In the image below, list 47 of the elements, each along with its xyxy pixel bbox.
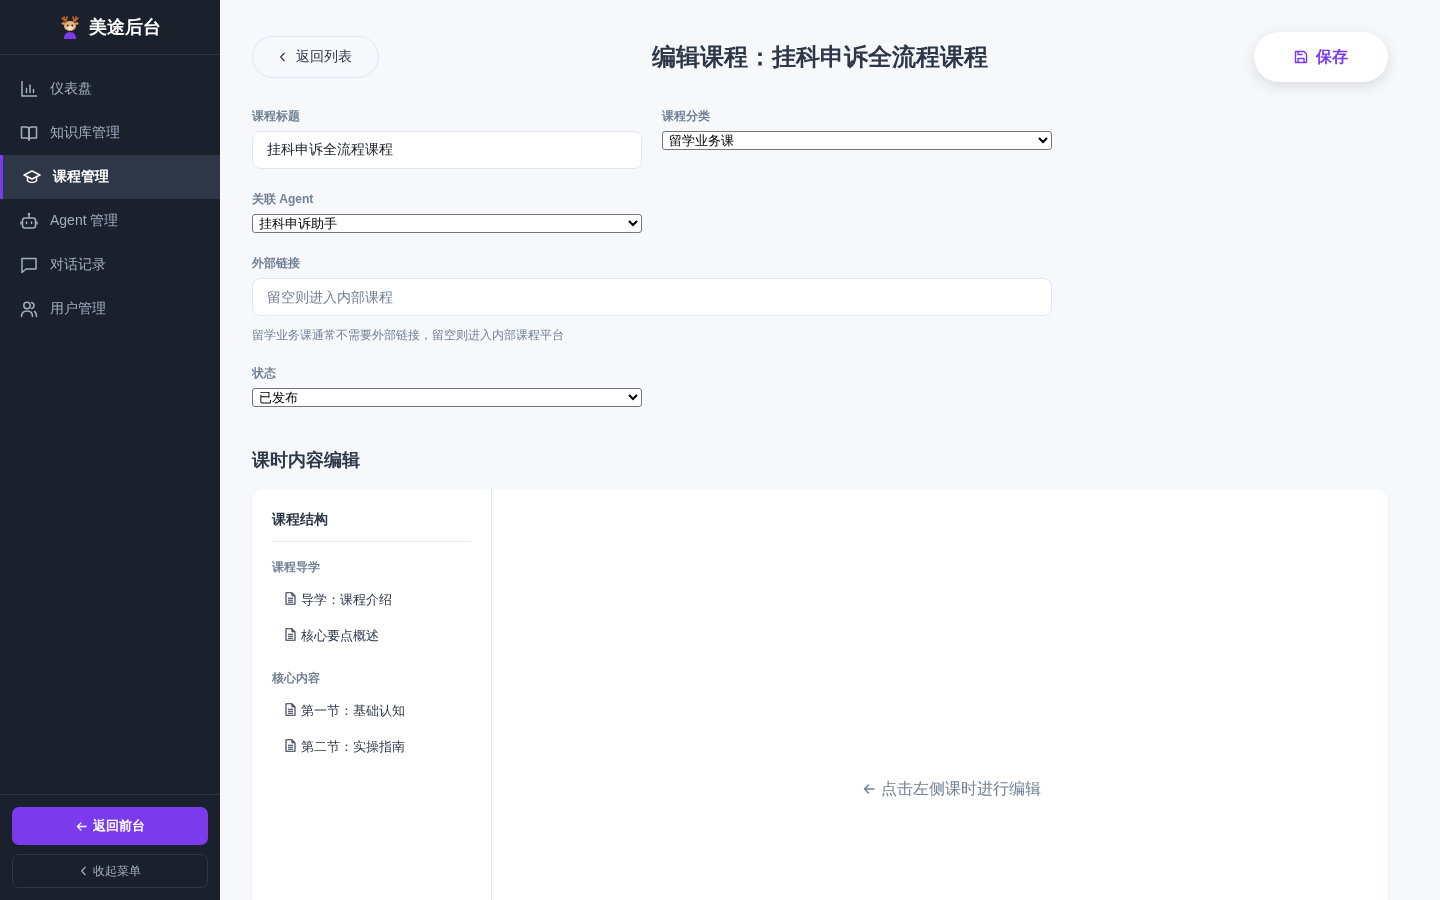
empty-state-message: 点击左侧课时进行编辑 xyxy=(881,778,1041,799)
sidebar-nav-item[interactable]: 仪表盘 xyxy=(0,67,220,111)
back-to-list-button[interactable]: 返回列表 xyxy=(252,36,379,78)
back-to-site-button[interactable]: 返回前台 xyxy=(12,807,208,845)
select-dropdown[interactable]: 挂科申诉助手 xyxy=(252,214,642,233)
document-icon xyxy=(285,702,296,716)
arrow-left-icon xyxy=(863,783,875,795)
lesson-item[interactable]: 第一节：基础认知 xyxy=(272,695,471,727)
deer-mascot-icon xyxy=(59,15,81,39)
users-icon xyxy=(20,300,38,318)
document-icon xyxy=(285,591,296,605)
speech-bubble-icon xyxy=(20,256,38,274)
sidebar-nav-item[interactable]: 对话记录 xyxy=(0,243,220,287)
sidebar-nav-item[interactable]: 课程管理 xyxy=(0,155,220,199)
outline-title: 课程结构 xyxy=(272,509,471,542)
graduation-cap-icon xyxy=(23,168,41,186)
chevron-left-icon xyxy=(279,52,286,62)
select-dropdown[interactable]: 已发布 xyxy=(252,388,642,407)
lesson-item[interactable]: 导学：课程介绍 xyxy=(272,584,471,616)
sidebar-nav-item[interactable]: 知识库管理 xyxy=(0,111,220,155)
url-input[interactable]: 留空则进入内部课程 xyxy=(252,278,1052,316)
select-dropdown[interactable]: 留学业务课 xyxy=(662,131,1052,150)
collapse-menu-button[interactable]: 收起菜单 xyxy=(12,854,208,888)
page-title: 编辑课程：挂科申诉全流程课程 xyxy=(652,42,988,72)
text-input[interactable]: 挂科申诉全流程课程 xyxy=(252,131,642,169)
field-hint: 留学业务课通常不需要外部链接，留空则进入内部课程平台 xyxy=(252,327,565,343)
brand-title: 美途后台 xyxy=(89,16,161,39)
field-label: 状态 xyxy=(252,365,276,381)
group-label: 课程导学 xyxy=(272,559,321,575)
field-label: 关联 Agent xyxy=(252,191,314,207)
robot-icon xyxy=(20,212,38,230)
save-button[interactable]: 保存 xyxy=(1254,32,1388,82)
field-label: 外部链接 xyxy=(252,255,301,271)
document-icon xyxy=(285,738,296,752)
lesson-item[interactable]: 核心要点概述 xyxy=(272,620,471,652)
field-label: 课程标题 xyxy=(252,108,300,124)
bar-chart-icon xyxy=(20,80,38,98)
lesson-item[interactable]: 第二节：实操指南 xyxy=(272,731,471,763)
section-heading: 课时内容编辑 xyxy=(252,449,361,472)
document-icon xyxy=(285,627,296,641)
field-label: 课程分类 xyxy=(662,108,710,124)
open-book-icon xyxy=(20,124,38,142)
arrow-left-icon xyxy=(75,820,87,832)
sidebar-nav-item[interactable]: Agent 管理 xyxy=(0,199,220,243)
group-label: 核心内容 xyxy=(272,670,321,686)
sidebar-nav-item[interactable]: 用户管理 xyxy=(0,287,220,331)
chevron-left-icon xyxy=(79,866,87,876)
